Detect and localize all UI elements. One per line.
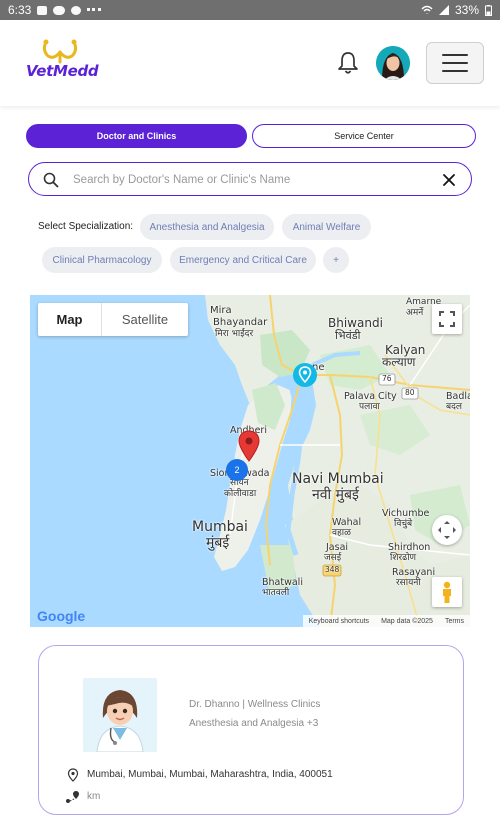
camera-control-button[interactable] <box>432 515 462 545</box>
hamburger-line <box>442 62 468 64</box>
clinics-map[interactable]: Mira Bhayandar मिरा भाईंदर Bhiwandi भिवं… <box>30 295 470 627</box>
terms-link[interactable]: Terms <box>445 618 464 625</box>
more-dots-icon <box>87 8 102 12</box>
map-label-mumbai: Mumbai <box>192 519 248 535</box>
hamburger-menu-icon <box>442 54 468 56</box>
paw-stethoscope-icon <box>42 39 78 64</box>
map-type-map-button[interactable]: Map <box>38 303 102 336</box>
fullscreen-icon <box>439 311 455 327</box>
map-label-navi-mumbai: Navi Mumbai <box>292 471 384 487</box>
map-label-bhatwali-mr: भातवली <box>262 588 290 598</box>
wifi-icon <box>421 5 433 14</box>
clinic-location-pin-icon[interactable] <box>238 430 260 462</box>
chip-animal-welfare[interactable]: Animal Welfare <box>282 214 371 240</box>
search-bar <box>28 162 472 196</box>
google-logo-text: Google <box>37 608 86 624</box>
map-label-shirdhon-mr: शिरढोण <box>390 553 417 563</box>
map-label-vichumbe: Vichumbe <box>382 508 430 519</box>
map-label-wahal: Wahal <box>332 517 362 528</box>
tab-service-center[interactable]: Service Center <box>252 124 476 148</box>
map-label-kalyan-mr: कल्याण <box>382 355 416 369</box>
user-avatar[interactable] <box>376 46 410 80</box>
map-label-mira: Mira <box>210 305 232 316</box>
search-icon[interactable] <box>43 172 59 188</box>
logo-text: VetMedd <box>26 62 99 80</box>
street-view-pegman-button[interactable] <box>432 577 462 607</box>
map-label-rasayani: Rasayani <box>392 567 436 578</box>
battery-icon <box>485 4 492 16</box>
status-time: 6:33 <box>8 3 32 17</box>
map-label-rasayani-mr: रसायनी <box>396 578 421 588</box>
more-specializations-button[interactable]: + <box>323 247 349 273</box>
map-label-mira-mr: मिरा भाईंदर <box>215 329 254 339</box>
clinic-distance: km <box>87 791 101 802</box>
bell-icon[interactable] <box>336 50 360 76</box>
map-label-bhiwandi: Bhiwandi <box>328 316 383 330</box>
map-data-attribution: Map data ©2025 <box>381 617 433 625</box>
cloud-icon <box>53 5 66 15</box>
road-shield-76: 76 <box>382 374 392 383</box>
map-label-mumbai-mr: मुंबई <box>206 535 230 551</box>
app-header: VetMedd <box>0 20 500 106</box>
battery-level: 33% <box>454 3 479 17</box>
doctor-avatar-illustration <box>83 678 157 752</box>
doctor-name-clinic: Dr. Dhanno | Wellness Clinics <box>189 699 321 710</box>
tab-doctor-and-clinics[interactable]: Doctor and Clinics <box>26 124 247 148</box>
map-label-badla: Badla <box>446 391 470 402</box>
map-label-vichumbe-mr: विचुंबे <box>394 519 413 529</box>
doctor-avatar <box>83 678 157 752</box>
chip-clinical-pharmacology[interactable]: Clinical Pharmacology <box>42 247 162 273</box>
map-label-bhiwandi-mr: भिवंडी <box>335 329 361 342</box>
map-type-control: Map Satellite <box>38 303 188 336</box>
map-label-navi-mumbai-mr: नवी मुंबई <box>312 487 359 503</box>
map-label-palava: Palava City <box>344 391 397 402</box>
map-label-bhayandar: Bhayandar <box>213 317 268 328</box>
chip-emergency-and-critical-care[interactable]: Emergency and Critical Care <box>170 247 316 273</box>
vetmedd-logo[interactable]: VetMedd <box>26 38 99 100</box>
pegman-icon <box>443 581 451 603</box>
pan-arrows-icon <box>438 521 456 539</box>
fullscreen-button[interactable] <box>432 304 462 334</box>
service-center-marker-icon[interactable] <box>291 361 319 389</box>
specialization-label: Select Specialization: <box>38 221 134 232</box>
distance-route-icon <box>66 791 79 803</box>
map-label-bhatwali: Bhatwali <box>262 577 303 588</box>
road-shield-80: 80 <box>405 388 415 397</box>
keyboard-shortcuts-link[interactable]: Keyboard shortcuts <box>309 618 369 625</box>
fan-icon <box>71 5 82 15</box>
map-type-satellite-button[interactable]: Satellite <box>102 303 188 336</box>
signal-icon <box>438 5 449 15</box>
chip-anesthesia-and-analgesia[interactable]: Anesthesia and Analgesia <box>140 214 274 240</box>
map-label-jasai: Jasai <box>326 542 349 553</box>
map-footer: Keyboard shortcuts Map data ©2025 Terms <box>302 615 470 627</box>
hamburger-menu-button[interactable] <box>426 42 484 84</box>
map-label-koliwada-mr: कोलीवाडा <box>224 489 257 499</box>
doctor-specializations: Anesthesia and Analgesia +3 <box>189 718 319 729</box>
google-logo: Google <box>37 608 85 624</box>
map-label-jasai-mr: जसई <box>324 553 342 563</box>
map-label-amarne-mr: अमर्ने <box>406 308 424 318</box>
map-label-wahal-mr: वहाळ <box>332 528 351 538</box>
gallery-icon <box>37 5 48 15</box>
marker-cluster[interactable]: 2 <box>226 459 248 481</box>
hamburger-line <box>442 70 468 72</box>
user-avatar-image <box>376 46 410 80</box>
status-bar: 6:33 33% <box>0 0 500 20</box>
map-label-badla-mr: बदल <box>446 402 463 412</box>
doctor-card[interactable]: Dr. Dhanno | Wellness Clinics Anesthesia… <box>38 645 464 815</box>
clear-search-icon[interactable] <box>441 172 457 188</box>
map-label-shirdhon: Shirdhon <box>388 542 431 553</box>
map-label-palava-mr: पलावा <box>359 402 380 412</box>
clinic-address: Mumbai, Mumbai, Mumbai, Maharashtra, Ind… <box>87 769 333 780</box>
location-pin-icon <box>67 768 79 782</box>
road-shield-348: 348 <box>325 565 340 574</box>
search-input[interactable] <box>73 169 433 191</box>
